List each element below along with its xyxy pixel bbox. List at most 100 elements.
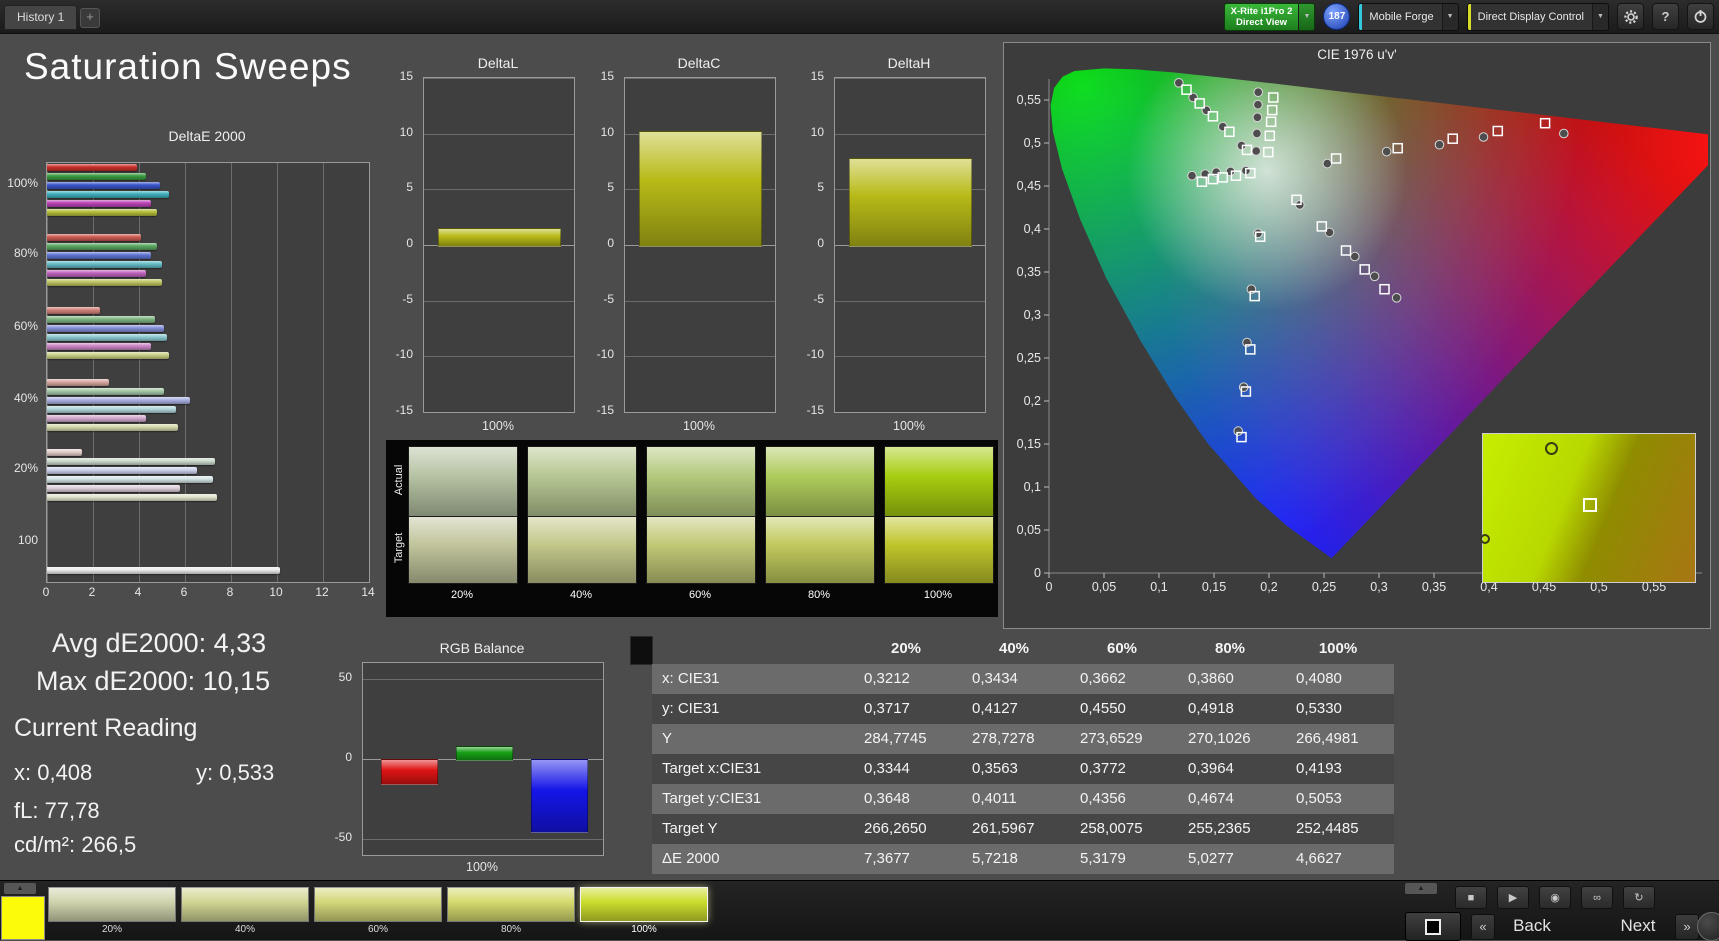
options-button[interactable] <box>1697 912 1719 941</box>
help-button[interactable]: ? <box>1652 3 1679 30</box>
power-button[interactable] <box>1687 3 1714 30</box>
y-tick-label: 0 <box>406 236 413 250</box>
table-scroll-handle[interactable] <box>630 636 653 665</box>
target-swatch <box>408 516 518 584</box>
collapse-right-panel-button[interactable]: ▲ <box>1405 883 1437 894</box>
measured-point <box>1478 132 1489 142</box>
deltae-gridline <box>277 163 278 582</box>
table-cell: 0,4550 <box>1080 700 1126 717</box>
swatch-color <box>580 887 708 922</box>
table-cell: 0,4918 <box>1188 700 1234 717</box>
saturation-swatch-button[interactable]: 80% <box>447 887 575 935</box>
gridline <box>625 356 775 358</box>
dh-bar <box>849 158 972 247</box>
deltah-x-label: 100% <box>893 419 925 433</box>
saturation-swatch-button[interactable]: 40% <box>181 887 309 935</box>
table-cell: 5,0277 <box>1188 850 1234 867</box>
deltae-group-label: 20% <box>13 461 38 475</box>
table-cell: 0,3662 <box>1080 670 1126 687</box>
deltac-plot-area <box>624 77 776 413</box>
table-row: y: CIE31 0,3717 0,4127 0,4550 0,4918 0,5330 <box>652 694 1394 724</box>
cie-y-tick-label: 0,35 <box>1017 265 1041 279</box>
stop-button[interactable]: ■ <box>1455 886 1487 909</box>
deltae-x-tick-label: 8 <box>226 585 234 599</box>
swatch-color <box>314 887 442 922</box>
table-cell: 0,3648 <box>864 790 910 807</box>
settings-button[interactable] <box>1617 3 1644 30</box>
meter-line2: Direct View <box>1236 16 1288 28</box>
deltae2000-x-axis: 0 2 4 6 8 10 12 14 <box>6 585 378 601</box>
table-cell: 270,1026 <box>1188 730 1251 747</box>
swatch-label: 20% <box>101 924 122 935</box>
next-skip-button[interactable]: » <box>1675 914 1699 940</box>
table-row: x: CIE31 0,3212 0,3434 0,3662 0,3860 0,4080 <box>652 664 1394 694</box>
table-cell: 261,5967 <box>972 820 1035 837</box>
chart-title: DeltaH <box>887 55 931 71</box>
y-tick-label: 50 <box>338 670 352 684</box>
deltae-bar <box>47 476 213 483</box>
saturation-swatch-button[interactable]: 20% <box>48 887 176 935</box>
loop-button[interactable]: ∞ <box>1581 886 1613 909</box>
deltae2000-y-axis: 100% 80% 60% 40% 20% 100 <box>6 128 42 608</box>
saturation-label: 40% <box>569 589 593 601</box>
chevron-down-icon: ▼ <box>1441 3 1458 30</box>
measured-point <box>1233 426 1243 436</box>
deltae-bar <box>47 485 181 492</box>
swatch-color <box>48 887 176 922</box>
source-dropdown[interactable]: Mobile Forge ▼ <box>1358 2 1459 31</box>
current-reading-x: x: 0,408 <box>14 760 93 785</box>
table-cell: 5,3179 <box>1080 850 1126 867</box>
page-title: Saturation Sweeps <box>24 46 352 87</box>
deltae-bar <box>47 279 162 286</box>
table-cell: 278,7278 <box>972 730 1035 747</box>
record-button[interactable]: ◉ <box>1539 886 1571 909</box>
display-control-dropdown[interactable]: Direct Display Control ▼ <box>1466 2 1609 31</box>
transport-controls: ■ ▶ ◉ ∞ ↻ <box>1455 886 1655 909</box>
saturation-swatch-button[interactable]: 60% <box>314 887 442 935</box>
meter-line1: X-Rite i1Pro 2 <box>1230 5 1293 17</box>
next-button[interactable]: Next <box>1603 914 1673 938</box>
y-tick-label: 10 <box>399 124 413 139</box>
back-button[interactable]: Back <box>1497 914 1567 938</box>
gridline <box>363 679 603 680</box>
current-reading-fl: fL: 77,78 <box>14 798 100 823</box>
table-cell: 0,3860 <box>1188 670 1234 687</box>
table-row-label: y: CIE31 <box>662 700 720 717</box>
history-tab[interactable]: History 1 <box>4 5 78 30</box>
measurement-count-badge[interactable]: 187 <box>1323 3 1351 30</box>
measured-point <box>1251 146 1261 156</box>
cie-y-tick-label: 0,3 <box>1024 308 1041 322</box>
table-column-header: 40% <box>998 640 1030 657</box>
refresh-button[interactable]: ↻ <box>1623 886 1655 909</box>
blank-screen-button[interactable] <box>1405 912 1461 941</box>
cie-y-tick-label: 0,4 <box>1024 222 1041 236</box>
saturation-label: 20% <box>450 589 474 601</box>
deltae-bar <box>47 209 158 216</box>
deltae2000-plot-area <box>46 162 370 583</box>
y-tick-label: -10 <box>395 347 413 362</box>
gridline <box>424 133 574 135</box>
saturation-swatch-button[interactable]: 100% <box>580 887 708 935</box>
actual-swatch <box>884 446 994 518</box>
add-tab-button[interactable]: + <box>80 8 100 28</box>
cie-x-tick-label: 0 <box>1046 580 1053 594</box>
back-skip-button[interactable]: « <box>1471 914 1495 940</box>
table-row: Target x:CIE31 0,3344 0,3563 0,3772 0,3964 0,… <box>652 754 1394 784</box>
y-tick-label: 5 <box>607 180 614 195</box>
deltae-bar <box>47 415 146 422</box>
cie-zoom-inset <box>1480 433 1696 583</box>
deltae-bar <box>47 458 215 465</box>
cie-x-tick-label: 0,2 <box>1260 580 1277 594</box>
table-row: Target Y 266,2650 261,5967 258,0075 255,2365… <box>652 814 1394 844</box>
collapse-left-panel-button[interactable]: ▲ <box>4 883 36 894</box>
play-button[interactable]: ▶ <box>1497 886 1529 909</box>
y-tick-label: -10 <box>596 347 614 362</box>
meter-dropdown[interactable]: X-Rite i1Pro 2 Direct View ▼ <box>1223 2 1316 31</box>
deltae-bar <box>47 388 165 395</box>
deltae-gridline <box>231 163 232 582</box>
chart-title: DeltaL <box>477 55 519 71</box>
gridline <box>835 412 985 413</box>
table-row-label: Target x:CIE31 <box>662 760 762 777</box>
meter-label: X-Rite i1Pro 2 Direct View <box>1225 6 1299 28</box>
deltae-gridline <box>93 163 94 582</box>
